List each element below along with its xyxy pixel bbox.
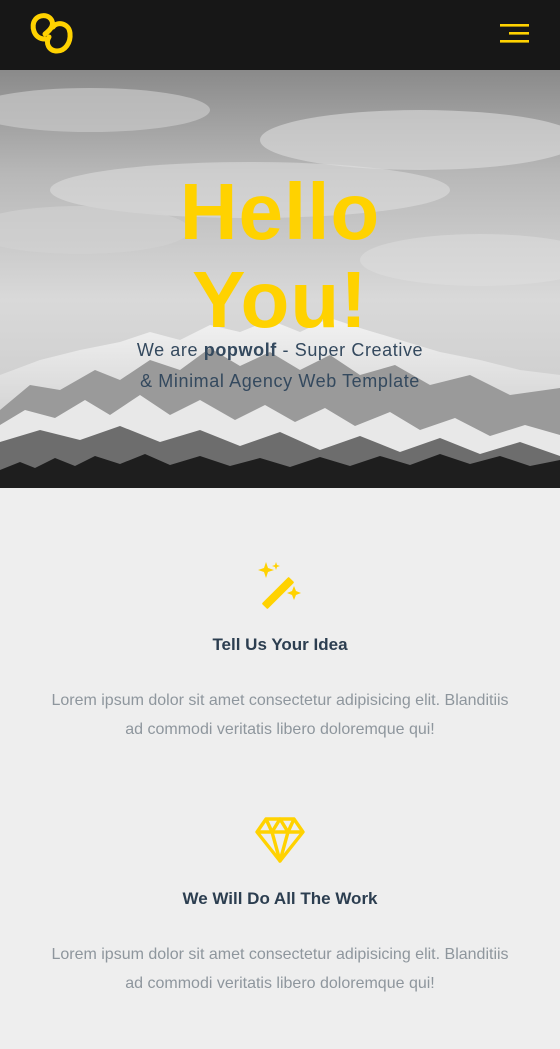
hero-title-line1: Hello [179,167,381,256]
feature-work: We Will Do All The Work Lorem ipsum dolo… [0,816,560,998]
diamond-icon [255,817,305,863]
hamburger-menu-icon[interactable] [500,22,532,44]
magic-wand-icon [258,562,301,609]
popwolf-logo-icon[interactable] [27,9,77,57]
feature-description-line2: ad commodi veritatis libero doloremque q… [125,975,435,992]
feature-description-line1: Lorem ipsum dolor sit amet consectetur a… [51,692,509,709]
hero-subtitle: We are popwolf - Super Creative & Minima… [110,335,450,397]
feature-description-line2: ad commodi veritatis libero doloremque q… [125,721,435,738]
feature-title: Tell Us Your Idea [212,635,348,654]
feature-description-line1: Lorem ipsum dolor sit amet consectetur a… [51,946,509,963]
navbar [0,0,560,70]
feature-idea: Tell Us Your Idea Lorem ipsum dolor sit … [0,560,560,744]
hero-section: Hello You! We are popwolf - Super Creati… [0,70,560,488]
feature-description: Lorem ipsum dolor sit amet consectetur a… [45,686,515,744]
hero-title: Hello You! [0,168,560,344]
hero-subtitle-line2: & Minimal Agency Web Template [140,371,420,391]
hero-subtitle-prefix: We are [136,340,199,360]
feature-description: Lorem ipsum dolor sit amet consectetur a… [45,940,515,998]
feature-title: We Will Do All The Work [182,889,378,908]
hero-subtitle-brand: popwolf [203,340,277,360]
hero-title-line2: You! [192,255,368,344]
hero-subtitle-suffix: - Super Creative [282,340,424,360]
